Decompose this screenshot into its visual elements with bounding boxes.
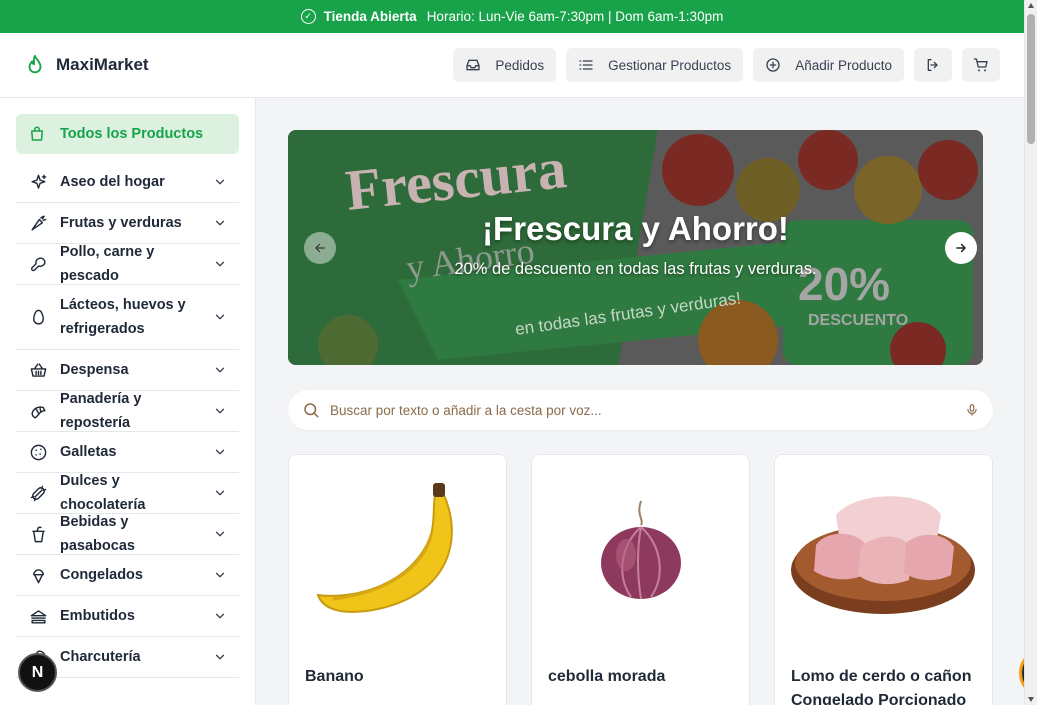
all-products-item[interactable]: Todos los Productos <box>16 114 239 154</box>
category-label: Bebidas y pasabocas <box>60 514 135 554</box>
basket-icon <box>28 360 48 380</box>
chevron-down-icon[interactable] <box>213 486 227 500</box>
promo-subtitle: 20% de descuento en todas las frutas y v… <box>454 260 817 278</box>
category-item[interactable]: Aseo del hogar <box>16 162 239 203</box>
carousel-next-button[interactable] <box>945 232 977 264</box>
category-item[interactable]: Bebidas y pasabocas <box>16 514 239 555</box>
category-label: Congelados <box>60 567 143 583</box>
drumstick-icon <box>28 254 48 274</box>
ice-cream-icon <box>28 565 48 585</box>
egg-icon <box>28 307 48 327</box>
category-label: Aseo del hogar <box>60 174 165 190</box>
dev-tools-button[interactable]: N <box>18 653 57 692</box>
croissant-icon <box>28 401 48 421</box>
product-name: Banano <box>305 668 364 685</box>
manage-products-button[interactable]: Gestionar Productos <box>566 48 744 82</box>
category-item[interactable]: Lácteos, huevos y refrigerados <box>16 285 239 350</box>
category-item[interactable]: Despensa <box>16 350 239 391</box>
promo-carousel: Frescura y Ahorro en todas las frutas y … <box>288 130 983 365</box>
category-label: Pollo, carne y pescado <box>60 244 155 284</box>
logout-icon <box>927 59 938 71</box>
chevron-down-icon[interactable] <box>213 175 227 189</box>
plus-circle-icon <box>766 58 780 72</box>
candy-icon <box>28 483 48 503</box>
chevron-down-icon[interactable] <box>213 404 227 418</box>
arrow-right-icon <box>956 243 966 253</box>
category-item[interactable]: Pollo, carne y pescado <box>16 244 239 285</box>
scrollbar-thumb[interactable] <box>1027 14 1035 144</box>
category-label: Lácteos, huevos y refrigerados <box>60 297 186 337</box>
brand-name: MaxiMarket <box>56 55 149 74</box>
add-product-label: Añadir Producto <box>795 57 892 73</box>
chevron-down-icon[interactable] <box>213 527 227 541</box>
store-status-banner: ✓ Tienda Abierta Horario: Lun-Vie 6am-7:… <box>0 0 1024 33</box>
category-item[interactable]: Dulces y chocolatería <box>16 473 239 514</box>
cup-icon <box>28 524 48 544</box>
chevron-down-icon[interactable] <box>213 609 227 623</box>
search-icon <box>304 403 319 418</box>
cookie-icon <box>28 442 48 462</box>
chevron-down-icon[interactable] <box>213 445 227 459</box>
brand-logo[interactable]: MaxiMarket <box>24 54 149 76</box>
carrot-icon <box>28 213 48 233</box>
product-card[interactable]: Banano <box>288 454 507 705</box>
product-name: Lomo de cerdo o cañon Congelado Porciona… <box>791 668 972 705</box>
inbox-icon <box>466 59 480 71</box>
promo-title: ¡Frescura y Ahorro! <box>482 210 789 247</box>
product-image-onion <box>532 455 749 645</box>
scroll-down-icon[interactable] <box>1028 697 1034 702</box>
check-circle-icon: ✓ <box>300 9 316 24</box>
chevron-down-icon[interactable] <box>213 568 227 582</box>
scroll-up-icon[interactable] <box>1028 3 1034 8</box>
shopping-cart-icon <box>973 58 988 72</box>
chevron-down-icon[interactable] <box>213 363 227 377</box>
category-label: Charcutería <box>60 649 141 665</box>
product-image-banana <box>289 455 506 645</box>
category-item[interactable]: Embutidos <box>16 596 239 637</box>
search-bar <box>288 390 993 430</box>
product-card[interactable]: Lomo de cerdo o cañon Congelado Porciona… <box>774 454 993 705</box>
search-input[interactable] <box>330 402 955 418</box>
flame-icon <box>28 54 42 74</box>
main-content: Frescura y Ahorro en todas las frutas y … <box>256 98 1024 705</box>
orders-label: Pedidos <box>495 57 545 73</box>
category-item[interactable]: Congelados <box>16 555 239 596</box>
category-label: Galletas <box>60 444 117 460</box>
product-card[interactable]: cebolla morada <box>531 454 750 705</box>
arrow-left-icon <box>315 243 325 253</box>
chevron-down-icon[interactable] <box>213 310 227 324</box>
shopping-bag-icon <box>31 126 43 141</box>
all-products-label: Todos los Productos <box>60 126 204 142</box>
microphone-icon[interactable] <box>965 402 979 418</box>
promo-image-discount: DESCUENTO <box>808 312 908 329</box>
carousel-prev-button[interactable] <box>304 232 336 264</box>
chevron-down-icon[interactable] <box>213 257 227 271</box>
chevron-down-icon[interactable] <box>213 650 227 664</box>
cart-button[interactable] <box>962 48 1000 82</box>
category-item[interactable]: Frutas y verduras <box>16 203 239 244</box>
category-item[interactable]: Panadería y repostería <box>16 391 239 432</box>
store-hours: Horario: Lun-Vie 6am-7:30pm | Dom 6am-1:… <box>426 9 724 24</box>
add-product-button[interactable]: Añadir Producto <box>753 48 904 82</box>
app-header: MaxiMarket Pedidos Gestionar Productos A… <box>0 33 1024 98</box>
category-label: Embutidos <box>60 608 135 624</box>
sparkles-icon <box>28 172 48 192</box>
chevron-down-icon[interactable] <box>213 216 227 230</box>
category-item[interactable]: Galletas <box>16 432 239 473</box>
category-sidebar: Todos los Productos Aseo del hogar Frutas… <box>0 98 256 705</box>
list-icon <box>579 60 593 70</box>
sandwich-icon <box>28 606 48 626</box>
logout-button[interactable] <box>914 48 952 82</box>
category-label: Panadería y repostería <box>60 391 142 431</box>
page-scrollbar[interactable] <box>1024 0 1037 705</box>
category-list: Aseo del hogar Frutas y verduras Pollo, ca… <box>16 162 239 678</box>
category-label: Frutas y verduras <box>60 215 182 231</box>
orders-button[interactable]: Pedidos <box>453 48 557 82</box>
category-label: Despensa <box>60 362 129 378</box>
header-nav: Pedidos Gestionar Productos Añadir Produ… <box>453 48 1000 82</box>
product-image-pork-loin <box>775 455 992 645</box>
manage-products-label: Gestionar Productos <box>608 57 732 73</box>
product-name: cebolla morada <box>548 668 666 685</box>
store-status: Tienda Abierta <box>323 9 417 24</box>
